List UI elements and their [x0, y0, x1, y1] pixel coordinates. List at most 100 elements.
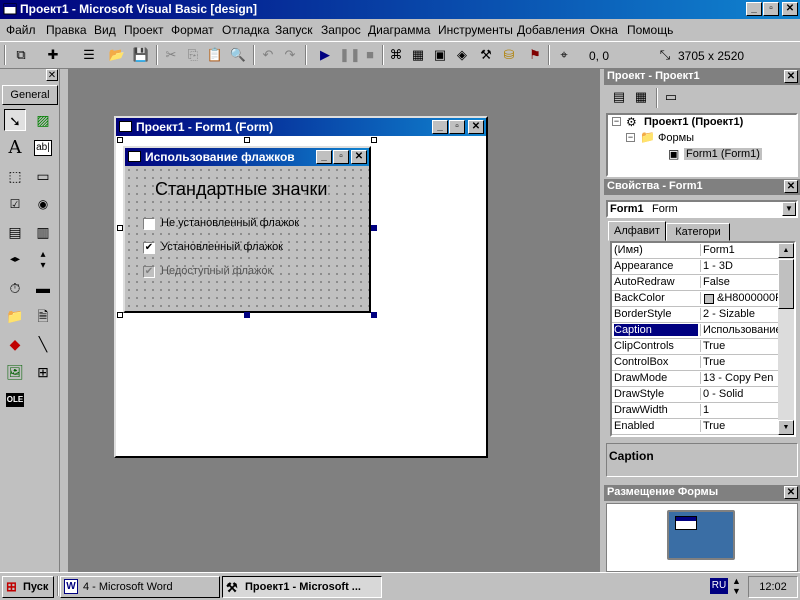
resize-handle[interactable]	[117, 137, 123, 143]
object-selector[interactable]: Form1 Form ▼	[606, 200, 798, 218]
break-icon[interactable]: ❚❚	[339, 46, 361, 64]
property-row-selected[interactable]: Caption Использование	[612, 323, 778, 339]
form-heading-label[interactable]: Стандартные значки	[155, 179, 327, 200]
checkbox-disabled[interactable]: ✔	[143, 266, 155, 278]
menu-edit[interactable]: Правка	[46, 23, 87, 37]
filelistbox-tool-icon[interactable]: 🗎	[32, 305, 54, 327]
resize-handle[interactable]	[371, 137, 377, 143]
chevron-down-icon[interactable]: ▼	[782, 202, 796, 216]
checkbox-unchecked[interactable]	[143, 218, 155, 230]
add-form-icon[interactable]: ✚	[44, 46, 62, 64]
resize-handle[interactable]	[371, 312, 377, 318]
view-object-icon[interactable]: ▦	[632, 88, 650, 106]
visual-component-manager-icon[interactable]: ⚑	[526, 46, 544, 64]
resize-handle[interactable]	[117, 225, 123, 231]
toolbox-tab-general[interactable]: General	[2, 85, 58, 105]
menu-format[interactable]: Формат	[171, 23, 214, 37]
save-icon[interactable]: 💾	[132, 46, 150, 64]
pointer-tool-icon[interactable]: ➘	[4, 109, 26, 131]
open-icon[interactable]: 📂	[108, 46, 126, 64]
scroll-down-icon[interactable]: ▼	[778, 420, 794, 435]
textbox-tool-icon[interactable]: ab|	[34, 140, 52, 156]
property-row[interactable]: BackColor &H8000000F	[612, 291, 778, 307]
toggle-folders-icon[interactable]: ▭	[662, 88, 680, 106]
commandbutton-tool-icon[interactable]: ▭	[32, 165, 54, 187]
menu-project[interactable]: Проект	[124, 23, 164, 37]
start-icon[interactable]: ▶	[316, 46, 334, 64]
designed-form[interactable]: Использование флажков _ ▫ ✕ Стандартные …	[123, 146, 371, 313]
menu-run[interactable]: Запуск	[275, 23, 313, 37]
menu-diagram[interactable]: Диаграмма	[368, 23, 430, 37]
hscrollbar-tool-icon[interactable]: ◂▸	[4, 249, 26, 271]
tab-alphabetic[interactable]: Алфавит	[608, 221, 666, 241]
image-tool-icon[interactable]: 🖼	[4, 361, 26, 383]
combobox-tool-icon[interactable]: ▤	[4, 221, 26, 243]
maximize-button[interactable]: ▫	[763, 2, 779, 16]
scroll-thumb[interactable]	[778, 259, 794, 309]
menu-file[interactable]: Файл	[6, 23, 36, 37]
minimize-button[interactable]: _	[746, 2, 762, 16]
property-row[interactable]: DrawStyle 0 - Solid	[612, 387, 778, 403]
form-layout-icon[interactable]: ▣	[431, 46, 449, 64]
data-view-icon[interactable]: ⛁	[500, 46, 518, 64]
project-explorer-close-icon[interactable]: ✕	[784, 70, 798, 83]
menu-editor-icon[interactable]: ☰	[80, 46, 98, 64]
menu-query[interactable]: Запрос	[321, 23, 361, 37]
menu-help[interactable]: Помощь	[627, 23, 673, 37]
property-row[interactable]: (Имя) Form1	[612, 243, 778, 259]
copy-icon[interactable]: ⎘	[184, 46, 202, 64]
view-code-icon[interactable]: ▤	[610, 88, 628, 106]
undo-icon[interactable]: ↶	[259, 46, 277, 64]
properties-window-icon[interactable]: ▦	[409, 46, 427, 64]
close-button[interactable]: ✕	[782, 2, 798, 16]
drivelistbox-tool-icon[interactable]: ▬	[32, 277, 54, 299]
checkbox-checked[interactable]: ✔	[143, 242, 155, 254]
form-maximize-button[interactable]: ▫	[333, 150, 349, 164]
ole-tool-icon[interactable]: OLE	[6, 393, 24, 407]
project-explorer-icon[interactable]: ⌘	[387, 46, 405, 64]
redo-icon[interactable]: ↷	[281, 46, 299, 64]
timer-tool-icon[interactable]: ⏱	[4, 277, 26, 299]
resize-handle[interactable]	[371, 225, 377, 231]
properties-close-icon[interactable]: ✕	[784, 180, 798, 193]
property-row[interactable]: Enabled True	[612, 419, 778, 435]
property-row[interactable]: AutoRedraw False	[612, 275, 778, 291]
listbox-tool-icon[interactable]: ▥	[32, 221, 54, 243]
menu-addins[interactable]: Добавления	[517, 23, 585, 37]
line-tool-icon[interactable]: ╲	[32, 333, 54, 355]
property-row[interactable]: Appearance 1 - 3D	[612, 259, 778, 275]
form-position-preview[interactable]	[675, 516, 697, 530]
tab-categorized[interactable]: Категори	[666, 223, 730, 241]
language-indicator[interactable]: RU	[710, 578, 728, 594]
tree-collapse-icon[interactable]: −	[612, 117, 621, 126]
toolbox-close-icon[interactable]: ✕	[46, 69, 58, 81]
property-row[interactable]: DrawMode 13 - Copy Pen	[612, 371, 778, 387]
resize-handle[interactable]	[117, 312, 123, 318]
menu-tools[interactable]: Инструменты	[438, 23, 513, 37]
form-close-button[interactable]: ✕	[351, 150, 367, 164]
add-project-icon[interactable]: ⧉	[12, 46, 30, 64]
menu-window[interactable]: Окна	[590, 23, 618, 37]
menu-debug[interactable]: Отладка	[222, 23, 269, 37]
end-icon[interactable]: ■	[361, 46, 379, 64]
volume-icon[interactable]: ▲ ▼	[732, 576, 744, 596]
tree-collapse-icon[interactable]: −	[626, 133, 635, 142]
paste-icon[interactable]: 📋	[206, 46, 224, 64]
form-window-close-button[interactable]: ✕	[468, 120, 484, 134]
form-window-minimize-button[interactable]: _	[432, 120, 448, 134]
taskbar-word[interactable]: W 4 - Microsoft Word	[60, 576, 220, 598]
tree-forms-folder[interactable]: Формы	[658, 132, 694, 144]
form-layout-close-icon[interactable]: ✕	[784, 486, 798, 499]
property-row[interactable]: ControlBox True	[612, 355, 778, 371]
optionbutton-tool-icon[interactable]: ◉	[32, 193, 54, 215]
vb-app-icon[interactable]	[3, 2, 18, 16]
menu-view[interactable]: Вид	[94, 23, 116, 37]
scroll-up-icon[interactable]: ▲	[778, 243, 794, 258]
property-row[interactable]: BorderStyle 2 - Sizable	[612, 307, 778, 323]
data-tool-icon[interactable]: ⊞	[32, 361, 54, 383]
checkbox-tool-icon[interactable]: ☑	[4, 193, 26, 215]
property-row[interactable]: DrawWidth 1	[612, 403, 778, 419]
object-browser-icon[interactable]: ◈	[453, 46, 471, 64]
form-minimize-button[interactable]: _	[316, 150, 332, 164]
taskbar-vb[interactable]: ⚒ Проект1 - Microsoft ...	[222, 576, 382, 598]
